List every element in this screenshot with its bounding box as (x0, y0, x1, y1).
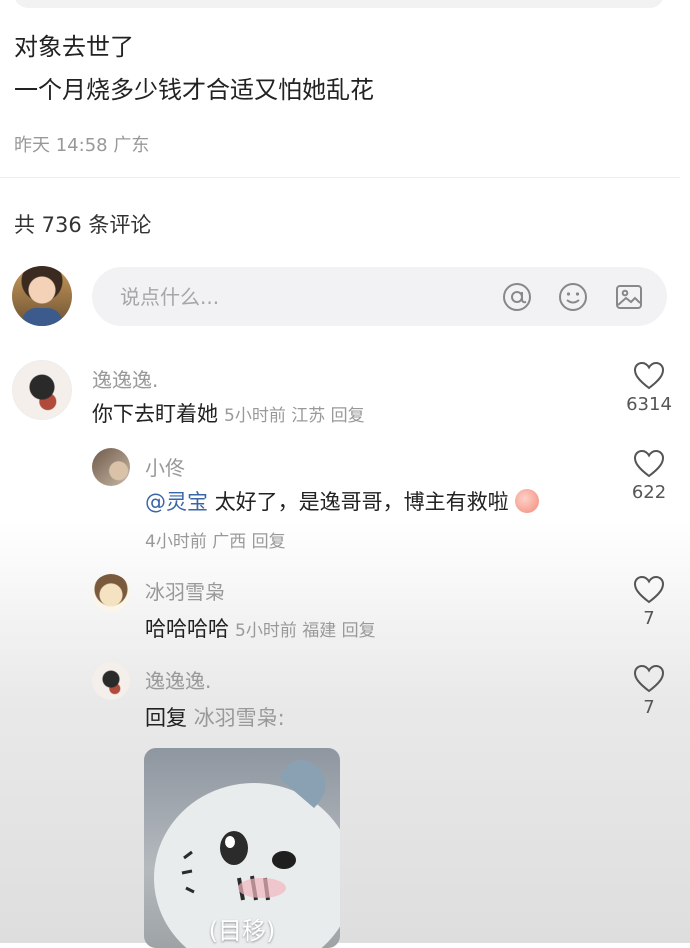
comment-meta: 5小时前 江苏 回复 (224, 406, 365, 426)
post-body: 一个月烧多少钱才合适又怕她乱花 (14, 76, 374, 104)
comment-author[interactable]: 逸逸逸. (145, 665, 211, 694)
avatar[interactable] (92, 574, 130, 612)
comment-meta: 4小时前 广西 回复 (145, 532, 286, 552)
mention-link[interactable]: @灵宝 (145, 490, 208, 514)
image-icon[interactable] (613, 281, 645, 313)
current-user-avatar[interactable] (12, 266, 72, 326)
comment-body: 哈哈哈哈 (145, 617, 229, 641)
comment-input-box[interactable] (92, 267, 667, 326)
comment-image[interactable]: (目移) (144, 748, 340, 948)
reply-prefix: 回复 (145, 706, 187, 730)
avatar[interactable] (12, 360, 72, 420)
heart-icon (634, 450, 664, 478)
comment-count: 共 736 条评论 (14, 213, 152, 237)
like-button[interactable]: 622 (619, 450, 679, 503)
avatar[interactable] (92, 448, 130, 486)
like-count: 622 (631, 482, 667, 503)
comment-author[interactable]: 小佟 (145, 452, 185, 481)
peach-emoji-icon (515, 489, 540, 513)
comment-text[interactable]: @灵宝 太好了，是逸哥哥，博主有救啦 (145, 486, 540, 516)
comment-meta: 5小时前 福建 回复 (235, 621, 376, 641)
comment-input[interactable] (118, 281, 482, 313)
heart-icon (634, 362, 664, 390)
like-count: 7 (643, 697, 655, 718)
emoji-icon[interactable] (557, 281, 589, 313)
heart-icon (634, 576, 664, 604)
comment-body: 你下去盯着她 (92, 402, 218, 426)
post-meta: 昨天 14:58 广东 (14, 135, 150, 156)
like-button[interactable]: 6314 (619, 362, 679, 415)
at-icon[interactable] (501, 281, 533, 313)
comment-author[interactable]: 冰羽雪枭 (145, 576, 225, 605)
like-button[interactable]: 7 (619, 665, 679, 718)
top-search-bar (14, 0, 664, 8)
comment-text[interactable]: 哈哈哈哈 5小时前 福建 回复 (145, 613, 376, 643)
like-count: 7 (643, 608, 655, 629)
heart-icon (634, 665, 664, 693)
image-caption: (目移) (208, 917, 276, 945)
like-button[interactable]: 7 (619, 576, 679, 629)
like-count: 6314 (626, 394, 672, 415)
comment-text[interactable]: 回复 冰羽雪枭: (145, 702, 285, 732)
avatar[interactable] (92, 662, 130, 700)
post-title: 对象去世了 (14, 33, 134, 61)
comment-body: 太好了，是逸哥哥，博主有救啦 (214, 490, 509, 514)
comment-author[interactable]: 逸逸逸. (92, 364, 158, 393)
comment-text[interactable]: 你下去盯着她 5小时前 江苏 回复 (92, 398, 365, 428)
divider (0, 177, 680, 178)
reply-target[interactable]: 冰羽雪枭: (194, 706, 285, 730)
